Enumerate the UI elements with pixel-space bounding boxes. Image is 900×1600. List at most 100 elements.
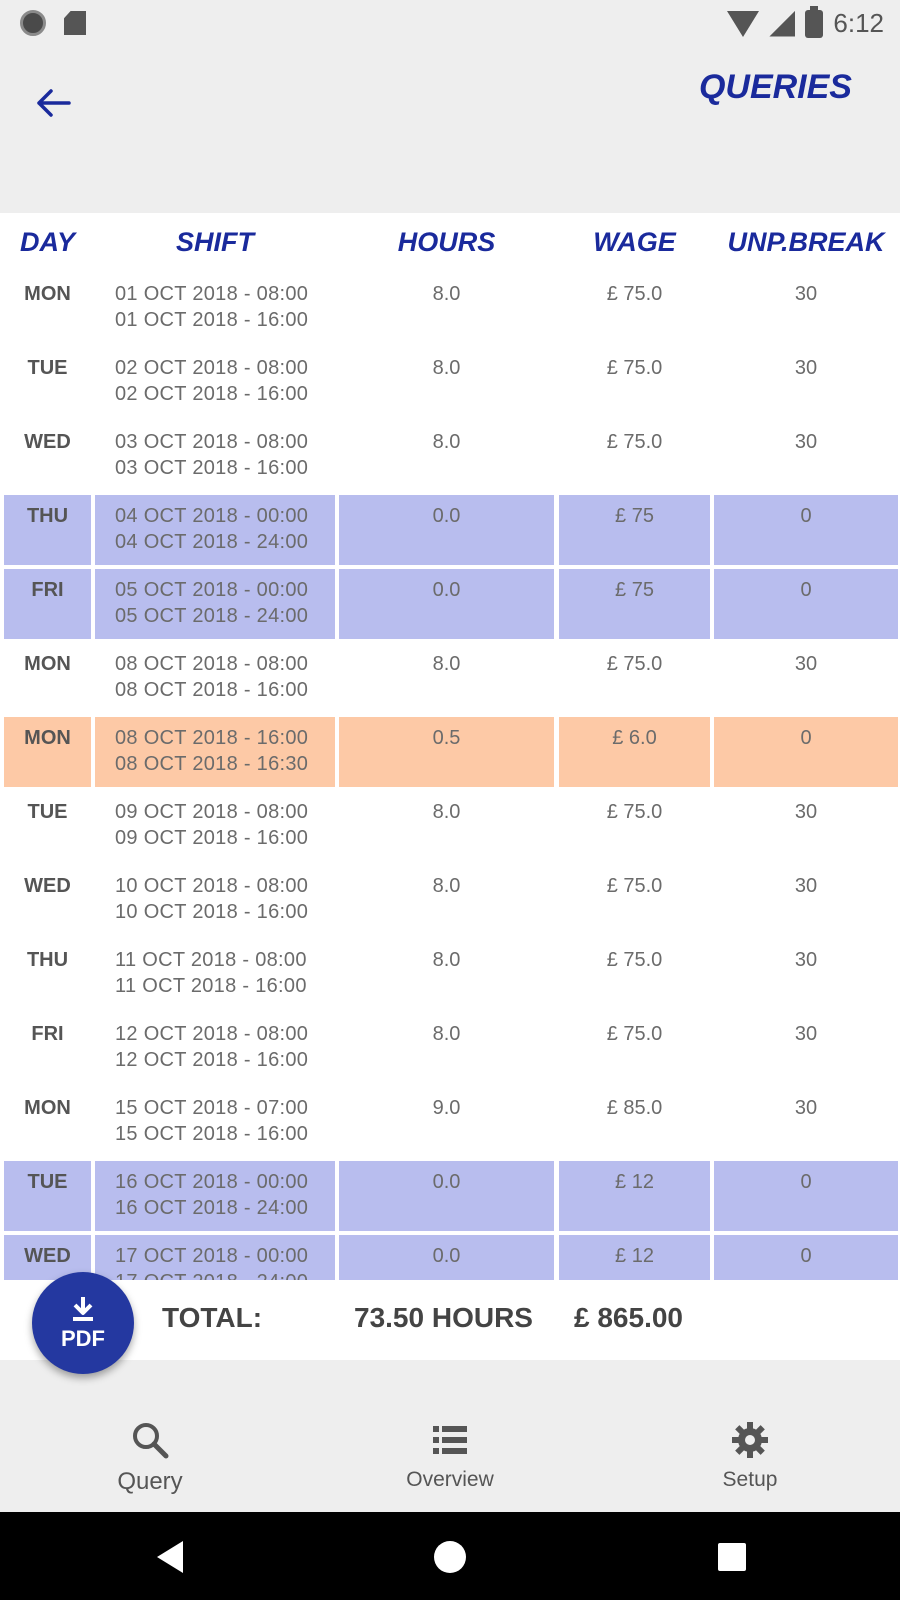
shift-start: 12 OCT 2018 - 08:00 bbox=[115, 1023, 309, 1045]
sd-card-icon bbox=[64, 11, 86, 35]
system-back-button[interactable] bbox=[145, 1532, 195, 1582]
cell-hours: 0.0 bbox=[339, 495, 554, 565]
cell-unp-break: 0 bbox=[714, 1161, 898, 1231]
arrow-left-icon bbox=[37, 89, 71, 117]
cell-unp-break: 30 bbox=[794, 801, 818, 823]
cell-unp-break: 30 bbox=[794, 283, 818, 305]
cell-hours: 8.0 bbox=[432, 431, 461, 453]
status-time: 6:12 bbox=[833, 8, 884, 38]
shift-start: 10 OCT 2018 - 08:00 bbox=[115, 875, 309, 897]
cell-wage: £ 12 bbox=[559, 1161, 710, 1231]
cell-shift: 03 OCT 2018 - 08:00 03 OCT 2018 - 16:00 bbox=[95, 421, 335, 491]
shift-start: 16 OCT 2018 - 00:00 bbox=[115, 1171, 309, 1193]
cell-shift: 11 OCT 2018 - 08:00 11 OCT 2018 - 16:00 bbox=[95, 939, 335, 1009]
shift-start: 01 OCT 2018 - 08:00 bbox=[115, 283, 309, 305]
shift-start: 08 OCT 2018 - 08:00 bbox=[115, 653, 309, 675]
cell-day: TUE bbox=[27, 357, 68, 379]
battery-icon bbox=[805, 5, 824, 38]
cell-hours: 8.0 bbox=[432, 1023, 461, 1045]
header-hours: HOURS bbox=[397, 227, 496, 257]
total-wage: £ 865.00 bbox=[574, 1302, 683, 1333]
table-row[interactable]: MON 08 OCT 2018 - 16:00 08 OCT 2018 - 16:3… bbox=[0, 717, 900, 791]
cell-shift: 09 OCT 2018 - 08:00 09 OCT 2018 - 16:00 bbox=[95, 791, 335, 861]
shift-end: 11 OCT 2018 - 16:00 bbox=[115, 975, 307, 997]
table-row[interactable]: MON 08 OCT 2018 - 08:00 08 OCT 2018 - 16:0… bbox=[0, 643, 900, 717]
download-icon bbox=[73, 1297, 93, 1321]
header-shift: SHIFT bbox=[176, 227, 254, 257]
cell-wage: £ 75 bbox=[559, 569, 710, 639]
cell-hours: 8.0 bbox=[432, 875, 461, 897]
shift-start: 09 OCT 2018 - 08:00 bbox=[115, 801, 309, 823]
table-row[interactable]: THU 11 OCT 2018 - 08:00 11 OCT 2018 - 16:0… bbox=[0, 939, 900, 1013]
square-recents-icon bbox=[718, 1543, 746, 1571]
shift-start: 03 OCT 2018 - 08:00 bbox=[115, 431, 309, 453]
table-row[interactable]: WED 10 OCT 2018 - 08:00 10 OCT 2018 - 16:0… bbox=[0, 865, 900, 939]
shift-start: 17 OCT 2018 - 00:00 bbox=[115, 1245, 309, 1267]
wifi-icon bbox=[727, 10, 760, 37]
header-unp-break: UNP.BREAK bbox=[727, 227, 885, 257]
table-row[interactable]: WED 03 OCT 2018 - 08:00 03 OCT 2018 - 16:0… bbox=[0, 421, 900, 495]
shift-table: DAY SHIFT HOURS WAGE UNP.BREAK MON 01 OCT… bbox=[0, 213, 900, 1360]
cell-shift: 12 OCT 2018 - 08:00 12 OCT 2018 - 16:00 bbox=[95, 1013, 335, 1083]
nav-query[interactable]: Query bbox=[50, 1420, 250, 1496]
table-row[interactable]: THU 04 OCT 2018 - 00:00 04 OCT 2018 - 24:0… bbox=[0, 495, 900, 569]
pdf-export-button[interactable]: PDF bbox=[32, 1272, 134, 1374]
nav-setup[interactable]: Setup bbox=[650, 1420, 850, 1492]
shift-end: 05 OCT 2018 - 24:00 bbox=[115, 605, 309, 627]
back-button[interactable] bbox=[28, 78, 78, 128]
table-row[interactable]: TUE 16 OCT 2018 - 00:00 16 OCT 2018 - 24:0… bbox=[0, 1161, 900, 1235]
shift-start: 05 OCT 2018 - 00:00 bbox=[115, 579, 309, 601]
shift-end: 16 OCT 2018 - 24:00 bbox=[115, 1197, 309, 1219]
system-home-button[interactable] bbox=[425, 1532, 475, 1582]
table-row[interactable]: TUE 02 OCT 2018 - 08:00 02 OCT 2018 - 16:0… bbox=[0, 347, 900, 421]
cell-hours: 9.0 bbox=[432, 1097, 461, 1119]
system-recents-button[interactable] bbox=[707, 1532, 757, 1582]
table-row[interactable]: MON 01 OCT 2018 - 08:00 01 OCT 2018 - 16:0… bbox=[0, 273, 900, 347]
cell-wage: £ 75.0 bbox=[606, 801, 663, 823]
cell-hours: 0.0 bbox=[339, 1161, 554, 1231]
triangle-back-icon bbox=[157, 1541, 183, 1573]
cell-day: FRI bbox=[31, 1023, 64, 1045]
cell-shift: 01 OCT 2018 - 08:00 01 OCT 2018 - 16:00 bbox=[95, 273, 335, 343]
shift-start: 04 OCT 2018 - 00:00 bbox=[115, 505, 309, 527]
cell-wage: £ 75.0 bbox=[606, 949, 663, 971]
cell-shift: 04 OCT 2018 - 00:00 04 OCT 2018 - 24:00 bbox=[95, 495, 335, 565]
cell-unp-break: 30 bbox=[794, 1097, 818, 1119]
table-row[interactable]: TUE 09 OCT 2018 - 08:00 09 OCT 2018 - 16:0… bbox=[0, 791, 900, 865]
cell-shift: 02 OCT 2018 - 08:00 02 OCT 2018 - 16:00 bbox=[95, 347, 335, 417]
cell-wage: £ 6.0 bbox=[559, 717, 710, 787]
table-row[interactable]: FRI 05 OCT 2018 - 00:00 05 OCT 2018 - 24:0… bbox=[0, 569, 900, 643]
cell-wage: £ 75.0 bbox=[606, 875, 663, 897]
cell-day: THU bbox=[26, 949, 69, 971]
nav-query-label: Query bbox=[117, 1468, 183, 1495]
shift-end: 09 OCT 2018 - 16:00 bbox=[115, 827, 309, 849]
cell-day: TUE bbox=[4, 1161, 91, 1231]
cell-hours: 0.0 bbox=[339, 569, 554, 639]
table-row[interactable]: MON 15 OCT 2018 - 07:00 15 OCT 2018 - 16:0… bbox=[0, 1087, 900, 1161]
total-row: TOTAL: 73.50 HOURS £ 865.00 bbox=[0, 1280, 900, 1360]
shift-end: 01 OCT 2018 - 16:00 bbox=[115, 309, 309, 331]
cell-wage: £ 75.0 bbox=[606, 283, 663, 305]
cell-wage: £ 75 bbox=[559, 495, 710, 565]
pdf-label: PDF bbox=[61, 1326, 105, 1351]
cell-day: MON bbox=[24, 283, 71, 305]
cell-unp-break: 0 bbox=[714, 495, 898, 565]
cell-shift: 08 OCT 2018 - 16:00 08 OCT 2018 - 16:30 bbox=[95, 717, 335, 787]
cell-day: MON bbox=[24, 653, 71, 675]
header-wage: WAGE bbox=[593, 227, 676, 257]
cell-hours: 8.0 bbox=[432, 949, 461, 971]
header-day: DAY bbox=[19, 227, 75, 257]
nav-overview-label: Overview bbox=[406, 1468, 494, 1491]
cell-wage: £ 85.0 bbox=[606, 1097, 663, 1119]
cell-shift: 16 OCT 2018 - 00:00 16 OCT 2018 - 24:00 bbox=[95, 1161, 335, 1231]
nav-overview[interactable]: Overview bbox=[350, 1420, 550, 1492]
cell-day: WED bbox=[24, 875, 71, 897]
cell-shift: 15 OCT 2018 - 07:00 15 OCT 2018 - 16:00 bbox=[95, 1087, 335, 1157]
app-bar: QUERIES bbox=[0, 48, 900, 213]
table-header: DAY SHIFT HOURS WAGE UNP.BREAK bbox=[0, 213, 900, 273]
shift-end: 04 OCT 2018 - 24:00 bbox=[115, 531, 309, 553]
table-row[interactable]: FRI 12 OCT 2018 - 08:00 12 OCT 2018 - 16:0… bbox=[0, 1013, 900, 1087]
shift-start: 11 OCT 2018 - 08:00 bbox=[115, 949, 307, 971]
cell-wage: £ 75.0 bbox=[606, 653, 663, 675]
status-bar: 6:12 bbox=[0, 0, 900, 48]
